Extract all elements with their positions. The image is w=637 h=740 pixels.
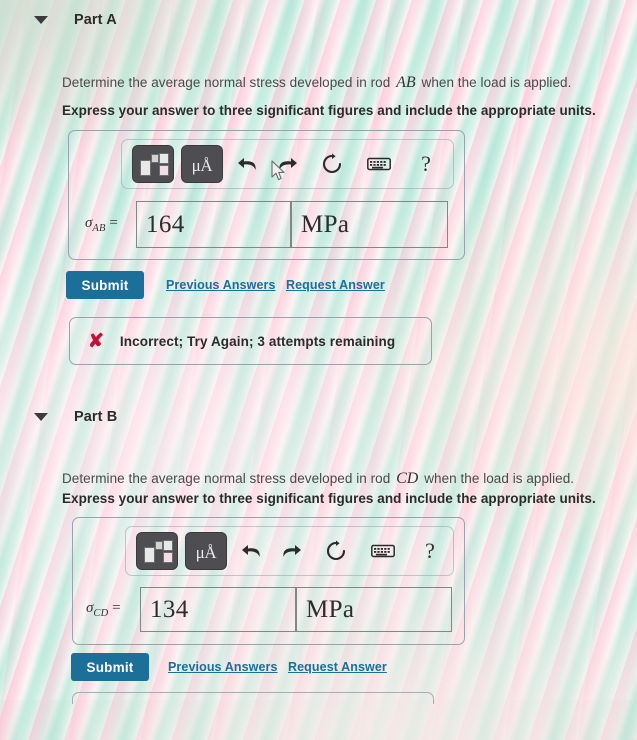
part-b-prompt-math: CD (396, 470, 419, 487)
part-a-feedback-text: Incorrect; Try Again; 3 attempts remaini… (119, 333, 396, 349)
part-a-instruction: Express your answer to three significant… (62, 103, 596, 118)
part-a-title: Part A (74, 12, 117, 28)
help-label: ? (421, 151, 431, 176)
part-b-answer-symbol: σCD = (86, 600, 121, 619)
units-micro-angstrom-icon[interactable]: μÅ (185, 532, 227, 570)
undo-icon[interactable] (234, 533, 268, 569)
undo-glyph (242, 545, 260, 557)
reset-glyph (326, 540, 346, 561)
sigma-subscript: CD (93, 608, 109, 619)
equals-sign: = (112, 600, 121, 616)
equals-sign: = (109, 215, 118, 231)
part-a-units-input[interactable]: MPa (291, 201, 448, 248)
part-a-previous-answers-link[interactable]: Previous Answers (166, 278, 276, 292)
part-a-header[interactable]: Part A (30, 12, 117, 28)
part-b-header[interactable]: Part B (30, 409, 117, 425)
part-b-value-input[interactable]: 134 (140, 587, 296, 632)
part-a-units-text: MPa (301, 210, 350, 238)
keyboard-icon[interactable] (363, 533, 403, 569)
part-b-previous-answers-link[interactable]: Previous Answers (168, 660, 278, 674)
next-panel-stub (72, 692, 434, 704)
part-a-feedback-banner: ✘ Incorrect; Try Again; 3 attempts remai… (69, 317, 432, 365)
part-a-prompt-math: AB (396, 74, 416, 91)
x-mark-icon: ✘ (88, 330, 104, 352)
undo-icon[interactable] (230, 146, 264, 182)
part-a-prompt: Determine the average normal stress deve… (62, 74, 571, 92)
reset-glyph (322, 153, 342, 174)
units-label: μÅ (191, 156, 213, 175)
part-b-prompt: Determine the average normal stress deve… (62, 470, 574, 488)
units-label: μÅ (195, 543, 217, 562)
part-b-units-text: MPa (306, 595, 355, 623)
part-b-request-answer-link[interactable]: Request Answer (288, 660, 387, 674)
redo-glyph (279, 158, 297, 170)
part-a-request-answer-link[interactable]: Request Answer (286, 278, 385, 292)
help-label: ? (425, 538, 435, 563)
keyboard-glyph (371, 544, 395, 558)
math-template-icon[interactable] (132, 145, 174, 183)
units-micro-angstrom-icon[interactable]: μÅ (181, 145, 223, 183)
part-a-answer-symbol: σAB = (85, 215, 118, 234)
math-template-glyph (140, 153, 169, 176)
part-b-submit-button[interactable]: Submit (71, 653, 149, 681)
part-b-title: Part B (74, 409, 118, 425)
part-b-prompt-after: when the load is applied. (420, 471, 575, 486)
help-icon[interactable]: ? (406, 146, 446, 182)
sigma-subscript: AB (92, 223, 106, 234)
redo-glyph (283, 545, 301, 557)
keyboard-icon[interactable] (359, 146, 399, 182)
math-template-glyph (144, 540, 173, 563)
part-b-units-input[interactable]: MPa (296, 587, 452, 632)
keyboard-glyph (367, 157, 391, 171)
part-b-math-toolbar: μÅ ? (125, 526, 454, 576)
reset-icon[interactable] (312, 146, 352, 182)
part-a-prompt-after: when the load is applied. (417, 75, 572, 90)
chevron-down-icon[interactable] (34, 413, 48, 421)
part-b-value-text: 134 (150, 595, 189, 623)
part-b-prompt-before: Determine the average normal stress deve… (62, 471, 395, 486)
help-icon[interactable]: ? (410, 533, 450, 569)
part-a-value-text: 164 (146, 210, 185, 238)
part-a-prompt-before: Determine the average normal stress deve… (62, 75, 395, 90)
part-b-instruction: Express your answer to three significant… (62, 491, 596, 506)
undo-glyph (238, 158, 256, 170)
redo-icon[interactable] (275, 533, 309, 569)
part-a-value-input[interactable]: 164 (136, 201, 291, 248)
math-template-icon[interactable] (136, 532, 178, 570)
part-a-answer-box: μÅ ? σAB = 164 MPa (68, 130, 465, 260)
part-a-math-toolbar: μÅ ? (121, 139, 454, 189)
part-a-submit-button[interactable]: Submit (66, 271, 144, 299)
reset-icon[interactable] (316, 533, 356, 569)
chevron-down-icon[interactable] (34, 16, 48, 24)
redo-icon[interactable] (271, 146, 305, 182)
part-b-answer-box: μÅ ? σCD = 134 MPa (72, 517, 465, 645)
